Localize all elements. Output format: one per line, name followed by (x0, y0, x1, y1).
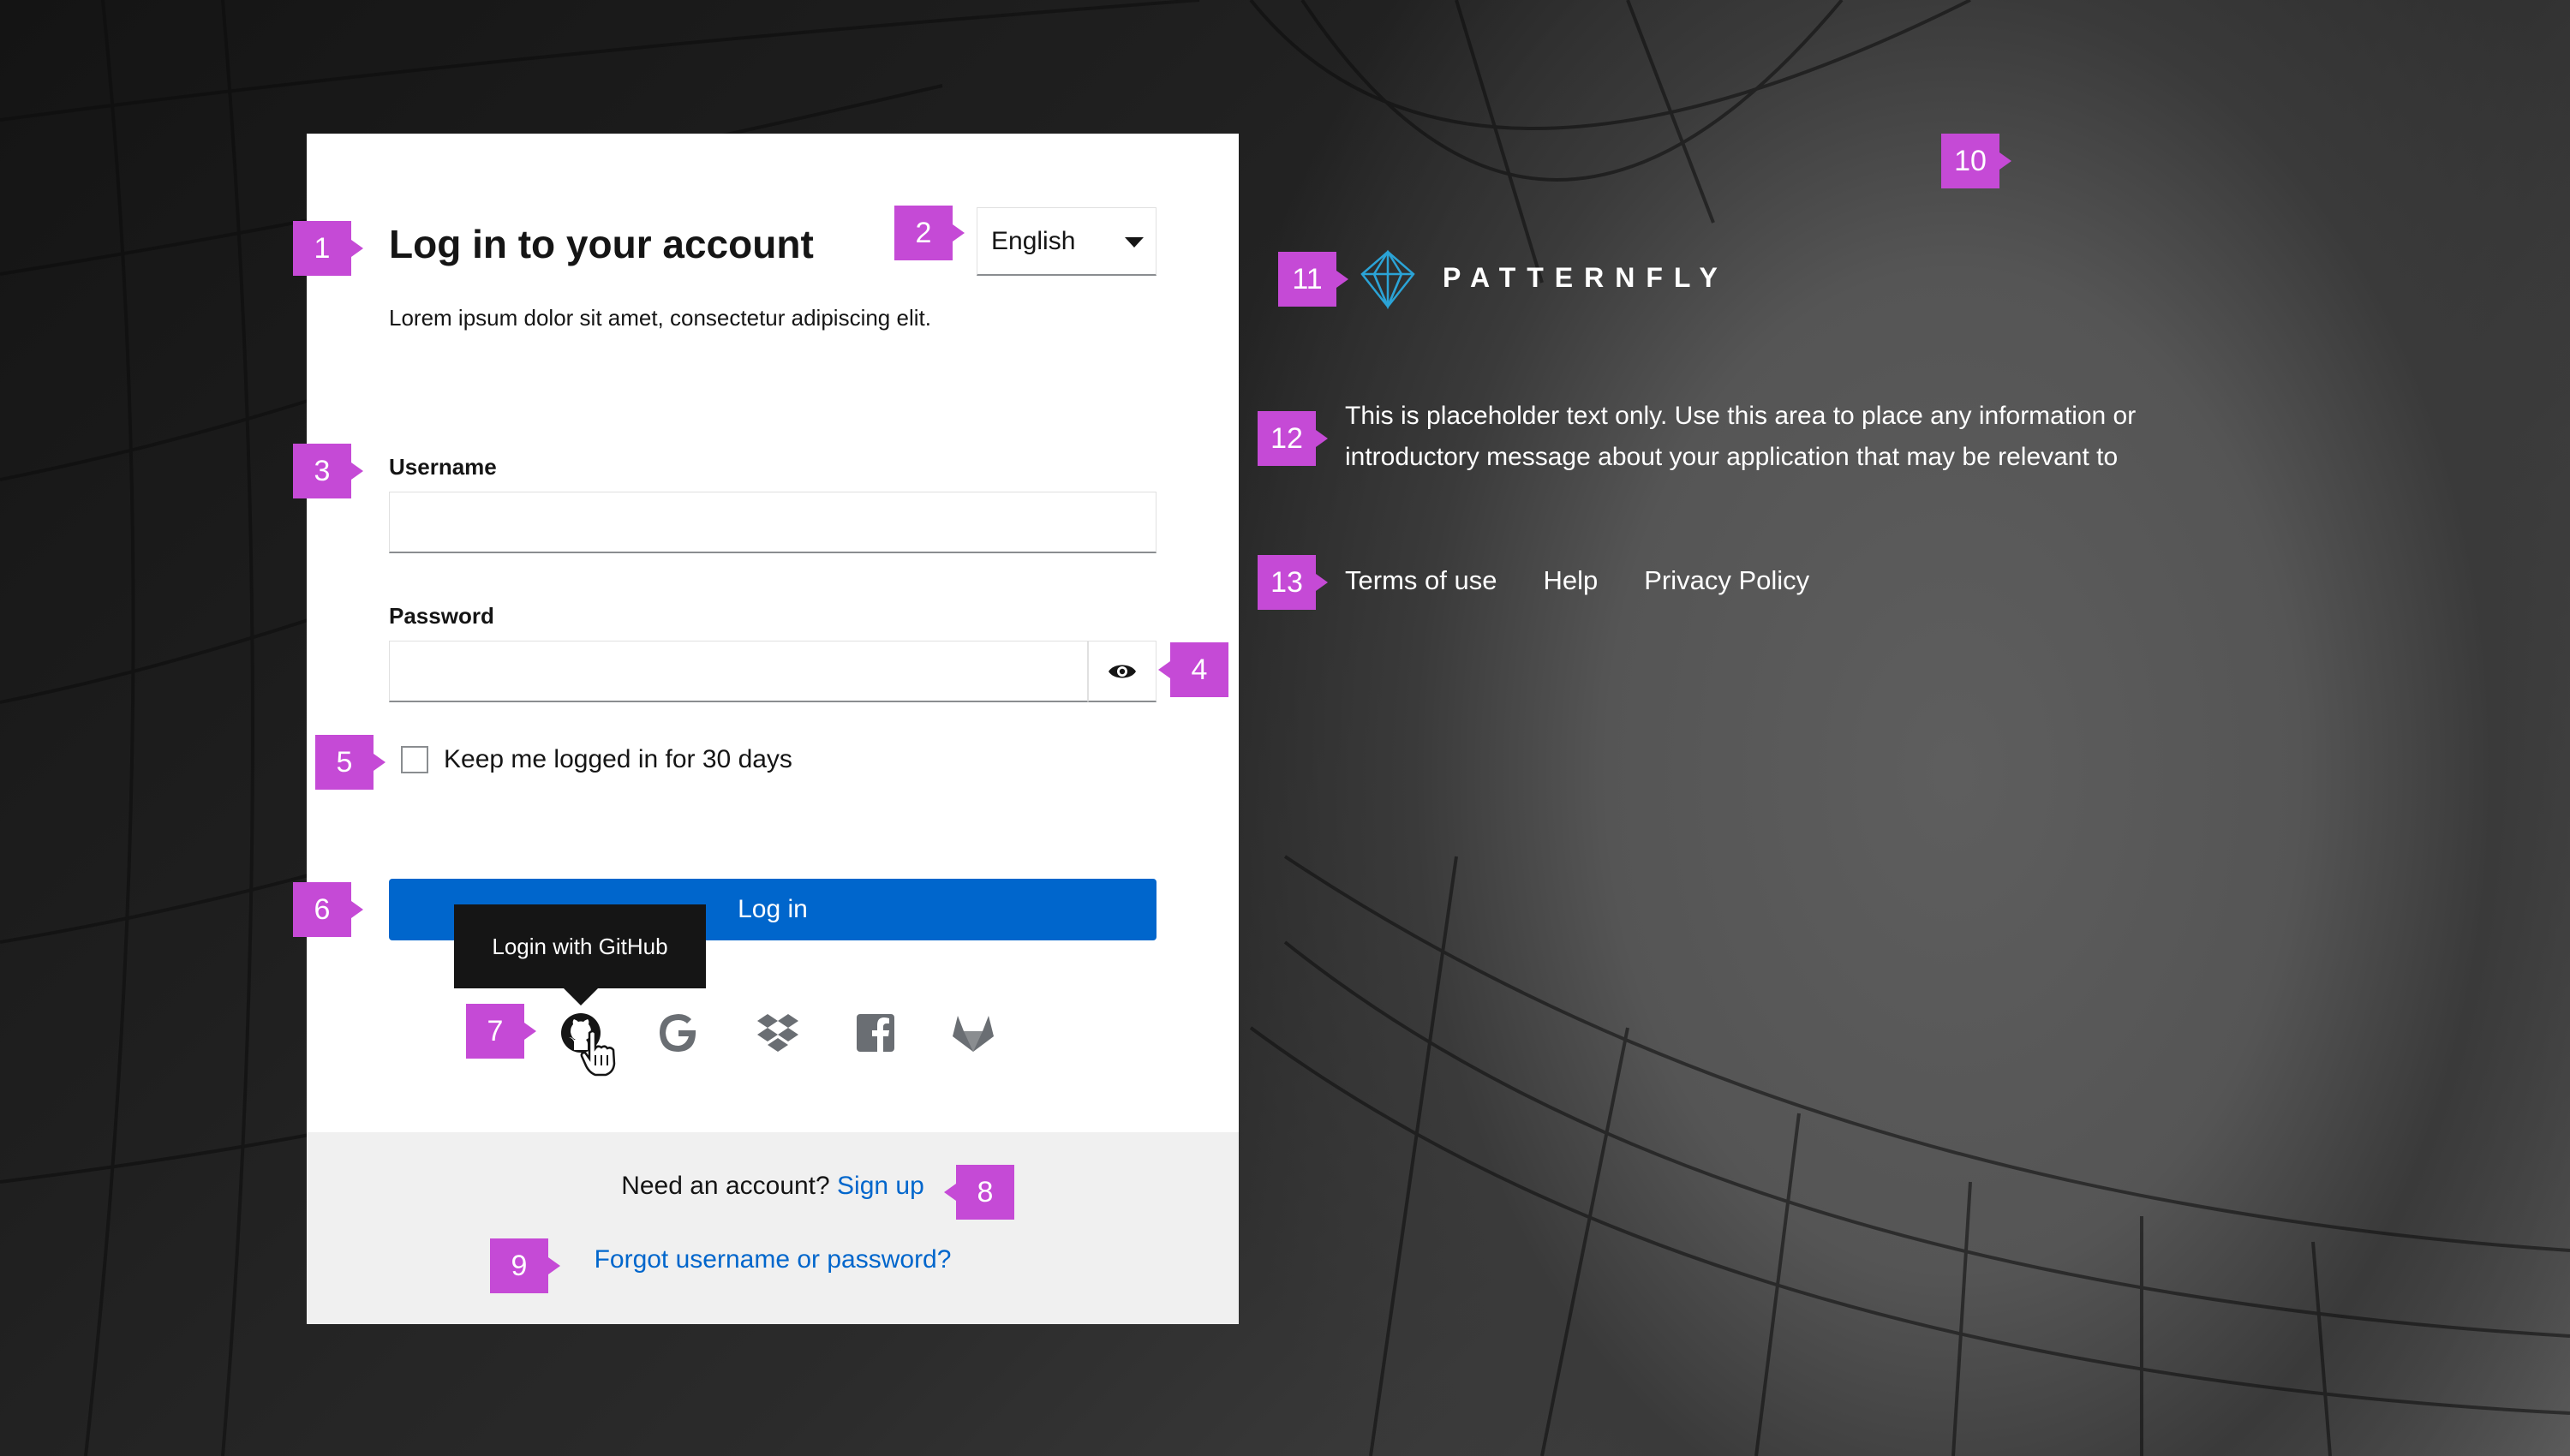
remember-me[interactable]: Keep me logged in for 30 days (401, 745, 792, 774)
password-label: Password (389, 603, 494, 629)
annotation-marker-9: 9 (490, 1238, 560, 1293)
page-subtitle: Lorem ipsum dolor sit amet, consectetur … (389, 305, 931, 331)
password-input[interactable] (389, 641, 1088, 702)
remember-label: Keep me logged in for 30 days (444, 745, 792, 773)
page-title: Log in to your account (389, 222, 814, 266)
eye-icon (1109, 665, 1136, 677)
username-input[interactable] (389, 492, 1156, 553)
intro-text: This is placeholder text only. Use this … (1345, 396, 2219, 478)
intro-line-1: This is placeholder text only. Use this … (1345, 402, 2137, 430)
annotation-marker-13: 13 (1258, 555, 1328, 610)
patternfly-logo-icon (1360, 249, 1415, 310)
card-footer (307, 1132, 1239, 1324)
dropbox-icon[interactable] (754, 1009, 802, 1057)
annotation-marker-8: 8 (944, 1165, 1014, 1220)
signup-prompt-text: Need an account? (621, 1172, 830, 1200)
privacy-link[interactable]: Privacy Policy (1644, 565, 1809, 596)
forgot-credentials-link[interactable]: Forgot username or password? (307, 1245, 1239, 1274)
brand-name: PATTERNFLY (1443, 262, 1729, 293)
show-password-button[interactable] (1088, 641, 1156, 702)
terms-link[interactable]: Terms of use (1345, 565, 1497, 596)
help-link[interactable]: Help (1543, 565, 1598, 596)
footer-links: Terms of use Help Privacy Policy (1345, 565, 1809, 596)
github-tooltip: Login with GitHub (454, 904, 706, 1005)
google-icon[interactable] (654, 1009, 702, 1057)
annotation-marker-11: 11 (1278, 252, 1348, 307)
annotation-marker-6: 6 (293, 882, 363, 937)
facebook-icon[interactable] (852, 1009, 900, 1057)
hand-cursor-icon (580, 1029, 616, 1077)
annotation-marker-10: 10 (1941, 134, 2011, 188)
login-card: Log in to your account English Lorem ips… (307, 134, 1239, 1324)
gitlab-icon[interactable] (949, 1009, 997, 1057)
language-select-value: English (991, 226, 1076, 255)
username-label: Username (389, 454, 497, 480)
annotation-marker-1: 1 (293, 221, 363, 276)
annotation-marker-3: 3 (293, 444, 363, 498)
intro-line-2: introductory message about your applicat… (1345, 443, 2119, 471)
annotation-marker-4: 4 (1158, 642, 1228, 697)
annotation-marker-5: 5 (315, 735, 386, 790)
annotation-marker-7: 7 (466, 1004, 536, 1059)
caret-down-icon (1125, 237, 1144, 248)
language-select[interactable]: English (977, 207, 1156, 276)
signup-prompt: Need an account? Sign up (307, 1172, 1239, 1201)
annotation-marker-2: 2 (894, 206, 965, 260)
signup-link[interactable]: Sign up (837, 1172, 924, 1200)
remember-checkbox[interactable] (401, 746, 428, 773)
annotation-marker-12: 12 (1258, 411, 1328, 466)
